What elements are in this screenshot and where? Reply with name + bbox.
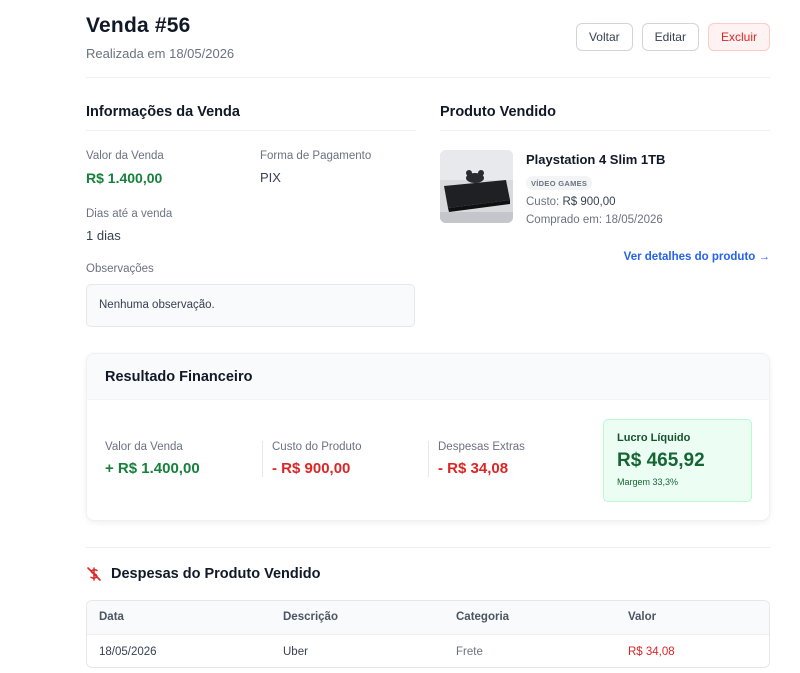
metric-cost: Custo do Produto - R$ 900,00 [262, 441, 362, 477]
product-details-link[interactable]: Ver detalhes do produto → [624, 251, 770, 263]
payment-value: PIX [260, 170, 281, 185]
column-value: Valor [628, 611, 657, 623]
financial-result-card: Resultado Financeiro Valor da Venda + R$… [86, 353, 770, 521]
payment-field: Forma de Pagamento PIX [260, 150, 371, 185]
console-icon [440, 150, 513, 223]
sale-value: R$ 1.400,00 [86, 170, 163, 186]
expense-date: 18/05/2026 [99, 646, 157, 658]
section-divider [86, 547, 770, 548]
net-profit-label: Lucro Líquido [617, 432, 691, 444]
financial-result-title: Resultado Financeiro [87, 354, 769, 400]
delete-button[interactable]: Excluir [707, 23, 770, 51]
metric-cost-label: Custo do Produto [272, 441, 362, 453]
table-row[interactable]: 18/05/2026 Uber Frete R$ 34,08 [87, 635, 769, 667]
product-purchase-date: Comprado em: 18/05/2026 [526, 214, 663, 226]
sale-value-label: Valor da Venda [86, 150, 164, 162]
product-cost-label: Custo: [526, 196, 560, 208]
profit-margin: Margem 33,3% [617, 477, 679, 487]
metric-extra: Despesas Extras - R$ 34,08 [428, 441, 525, 477]
no-money-icon [87, 567, 101, 581]
payment-label: Forma de Pagamento [260, 150, 372, 162]
product-cost: Custo: R$ 900,00 [526, 196, 616, 208]
product-title: Produto Vendido [440, 104, 770, 131]
metric-sale: Valor da Venda + R$ 1.400,00 [105, 441, 200, 477]
expenses-title: Despesas do Produto Vendido [111, 566, 321, 582]
metric-sale-value: + R$ 1.400,00 [105, 460, 200, 477]
expense-value: R$ 34,08 [628, 646, 675, 658]
metric-sale-label: Valor da Venda [105, 441, 183, 453]
sale-info-section: Informações da Venda Valor da Venda R$ 1… [86, 104, 416, 327]
expense-category: Frete [456, 646, 483, 658]
days-field: Dias até a venda 1 dias [86, 208, 172, 243]
column-category: Categoria [456, 611, 510, 623]
metric-extra-value: - R$ 34,08 [438, 460, 509, 477]
table-header: Data Descrição Categoria Valor [87, 601, 769, 635]
edit-button[interactable]: Editar [641, 23, 699, 51]
days-label: Dias até a venda [86, 208, 173, 220]
column-description: Descrição [283, 611, 338, 623]
category-badge: VÍDEO GAMES [526, 176, 593, 190]
net-profit-box: Lucro Líquido R$ 465,92 Margem 33,3% [603, 419, 752, 502]
metric-cost-value: - R$ 900,00 [272, 460, 351, 477]
sale-info-title: Informações da Venda [86, 104, 416, 131]
sale-value-field: Valor da Venda R$ 1.400,00 [86, 150, 164, 186]
product-section: Produto Vendido Playstation 4 Slim 1TB V… [440, 104, 770, 263]
page-header: Venda #56 Realizada em 18/05/2026 Voltar… [86, 14, 770, 78]
net-profit-value: R$ 465,92 [617, 450, 705, 471]
header-actions: Voltar Editar Excluir [575, 23, 770, 51]
expenses-header: Despesas do Produto Vendido [86, 566, 320, 582]
expenses-table: Data Descrição Categoria Valor 18/05/202… [86, 600, 770, 668]
expense-description: Uber [283, 646, 308, 658]
metric-extra-label: Despesas Extras [438, 441, 525, 453]
product-image[interactable] [440, 150, 513, 223]
product-name: Playstation 4 Slim 1TB [526, 152, 666, 167]
days-value: 1 dias [86, 228, 121, 243]
notes-box: Nenhuma observação. [86, 284, 415, 327]
back-button[interactable]: Voltar [575, 23, 633, 51]
notes-field: Observações [86, 263, 154, 275]
column-date: Data [99, 611, 124, 623]
notes-label: Observações [86, 263, 154, 275]
product-cost-value: R$ 900,00 [562, 196, 616, 208]
